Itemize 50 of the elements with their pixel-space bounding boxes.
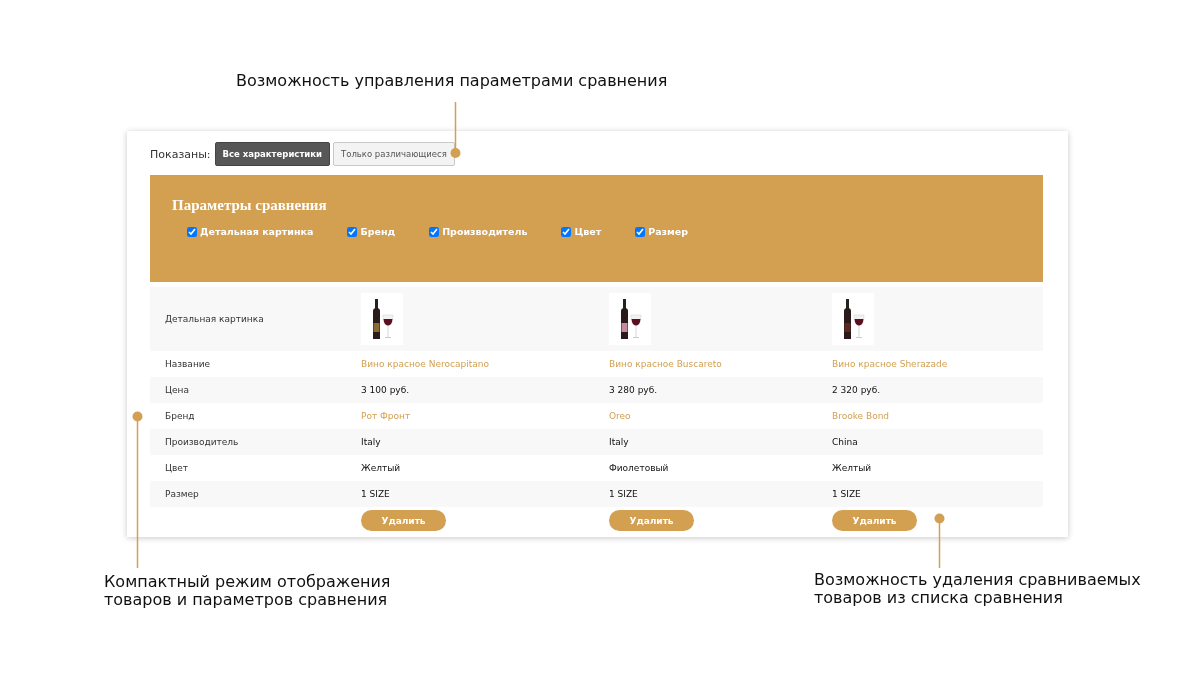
product-link[interactable]: Brooke Bond: [832, 411, 1043, 421]
filter-button[interactable]: Все характеристики: [214, 142, 330, 166]
panel-title: Параметры сравнения: [172, 197, 328, 214]
checkbox-label: Производитель: [442, 226, 528, 237]
checkbox[interactable]: [429, 226, 440, 237]
leader-line: [934, 513, 945, 568]
table-cell-text: Italy: [361, 437, 382, 447]
table-cell-text: 2 320 руб.: [832, 385, 882, 395]
checkbox[interactable]: [561, 226, 572, 237]
table-cell-text: 3 280 руб.: [609, 385, 659, 395]
callout-text: Возможность удаления сравниваемых товаров из списка сравнения: [814, 571, 1142, 608]
filter-button[interactable]: Только различающиеся: [333, 142, 455, 166]
row-label: Цена: [165, 385, 190, 395]
row-label: Детальная картинка: [165, 314, 265, 324]
wine-bottle-drawing: [361, 293, 403, 345]
delete-button[interactable]: Удалить: [609, 510, 694, 532]
table-cell-text: 1 SIZE: [361, 489, 391, 499]
table-cell-text: China: [832, 437, 859, 447]
row-label: Бренд: [165, 411, 196, 421]
checkbox-label: Размер: [648, 226, 689, 237]
checkbox-label: Бренд: [360, 226, 396, 237]
checkbox-label: Цвет: [574, 226, 602, 237]
callout-text: Компактный режим отображения товаров и параметров сравнения: [104, 573, 392, 610]
table-cell-text: 1 SIZE: [832, 489, 862, 499]
table-cell-text: Italy: [609, 437, 630, 447]
row-label: Название: [165, 359, 212, 369]
delete-button[interactable]: Удалить: [832, 510, 917, 532]
checkbox[interactable]: [187, 226, 197, 237]
product-link[interactable]: Вино красное Buscareto: [609, 359, 832, 369]
callout-text: Возможность управления параметрами сравнения: [236, 72, 668, 91]
table-cell-text: 1 SIZE: [609, 489, 639, 499]
checkbox[interactable]: [635, 226, 646, 237]
table-cell-text: 3 100 руб.: [361, 385, 411, 395]
product-link[interactable]: Oreo: [609, 411, 832, 421]
product-link[interactable]: Вино красное Nerocapitano: [361, 359, 609, 369]
wine-bottle-drawing: [832, 293, 874, 345]
row-label: Цвет: [165, 463, 190, 473]
leader-line: [450, 102, 461, 159]
row-label: Размер: [165, 489, 200, 499]
delete-button[interactable]: Удалить: [361, 510, 446, 532]
table-cell-text: Фиолетовый: [609, 463, 670, 473]
row-label: Производитель: [165, 437, 240, 447]
table-cell-text: Желтый: [361, 463, 402, 473]
product-link[interactable]: Рот Фронт: [361, 411, 609, 421]
shown-label: Показаны:: [150, 147, 211, 161]
checkbox[interactable]: [347, 226, 358, 237]
wine-bottle-drawing: [609, 293, 651, 345]
table-cell-text: Желтый: [832, 463, 873, 473]
checkbox-label: Детальная картинка: [200, 226, 314, 237]
product-link[interactable]: Вино красное Sherazade: [832, 359, 1043, 369]
